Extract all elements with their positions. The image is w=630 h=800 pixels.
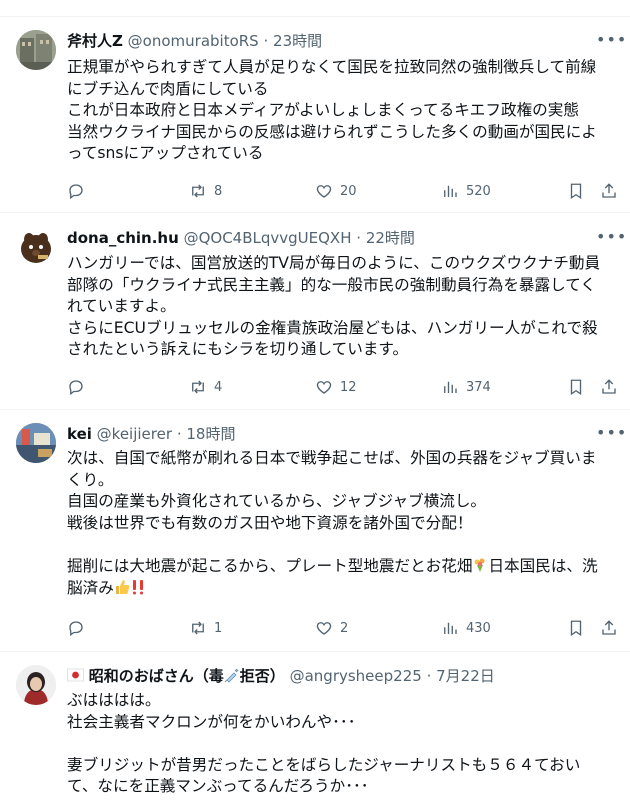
action-bar: 1 2 430: [67, 618, 623, 638]
bookmark-button[interactable]: [567, 618, 585, 638]
tweet-1[interactable]: 斧村人Z @onomurabitoRS · 23時間 ••• 正規軍がやられすぎ…: [0, 17, 630, 213]
views-count: 374: [466, 379, 491, 395]
avatar[interactable]: [16, 423, 56, 463]
tweet-4[interactable]: 昭和のおばさん（毒 拒否） @angrysheep225 · 7月22日 ぶははは…: [0, 652, 630, 800]
user-handle[interactable]: @QOC4BLqvvgUEQXH: [184, 229, 352, 247]
more-icon[interactable]: •••: [596, 229, 626, 250]
separator-dot: ·: [263, 32, 269, 50]
previous-tweet-divider: [0, 0, 630, 17]
thumbs-up-emoji: [115, 579, 130, 594]
like-icon: [316, 622, 332, 635]
tweet-header: 斧村人Z @onomurabitoRS · 23時間: [67, 30, 586, 52]
tweet-3[interactable]: kei @keijierer · 18時間 ••• 次は、自国で紙幣が刷れる日本…: [0, 410, 630, 652]
reply-button[interactable]: [67, 618, 85, 638]
like-count: 20: [340, 183, 357, 199]
separator-dot: ·: [176, 425, 182, 443]
views-icon: [444, 381, 457, 393]
action-bar: 8 20 520: [67, 181, 623, 201]
retweet-icon: [192, 621, 204, 635]
reply-button[interactable]: [67, 181, 85, 201]
retweet-count: 8: [214, 183, 223, 199]
retweet-button[interactable]: 4: [189, 377, 222, 397]
share-icon: [602, 620, 616, 635]
japan-flag-emoji: [67, 668, 84, 682]
separator-dot: ·: [426, 667, 432, 685]
display-name[interactable]: 斧村人Z: [67, 32, 123, 50]
bookmark-button[interactable]: [567, 377, 585, 397]
reply-button[interactable]: [67, 377, 85, 397]
retweet-button[interactable]: 1: [189, 618, 222, 638]
share-button[interactable]: [600, 377, 618, 397]
avatar[interactable]: [16, 227, 56, 267]
tweet-text: 次は、自国で紙幣が刷れる日本で戦争起こせば、外国の兵器をジャブ買いま くり。 自…: [67, 448, 623, 599]
separator-dot: ·: [356, 229, 362, 247]
tweet-text: 正規軍がやられすぎて人員が足りなくて国民を拉致同然の強制徴兵して前線 にブチ込ん…: [67, 58, 597, 163]
reply-icon: [69, 621, 83, 637]
bookmark-icon: [570, 183, 582, 200]
tweet-header: 昭和のおばさん（毒 拒否） @angrysheep225 · 7月22日: [67, 665, 586, 687]
share-icon: [602, 183, 616, 198]
timestamp[interactable]: 23時間: [273, 32, 322, 50]
like-icon: [316, 381, 332, 394]
display-name-part-1: 昭和のおばさん（毒: [88, 667, 224, 685]
like-count: 2: [340, 620, 349, 636]
avatar[interactable]: [16, 30, 56, 70]
tweet-header: dona_chin.hu @QOC4BLqvvgUEQXH · 22時間: [67, 227, 586, 249]
like-icon: [316, 185, 332, 198]
bouquet-emoji: [474, 558, 485, 572]
reply-icon: [69, 380, 83, 396]
views-count: 430: [466, 620, 491, 636]
more-icon[interactable]: •••: [596, 32, 626, 53]
avatar[interactable]: [16, 665, 56, 705]
views-icon: [444, 622, 457, 634]
display-name[interactable]: dona_chin.hu: [67, 229, 179, 247]
retweet-count: 4: [214, 379, 223, 395]
retweet-icon: [192, 380, 204, 394]
user-handle[interactable]: @angrysheep225: [290, 667, 422, 685]
views-button[interactable]: 430: [441, 618, 491, 638]
display-name-part-2: 拒否）: [239, 667, 285, 685]
like-button[interactable]: 2: [315, 618, 348, 638]
retweet-count: 1: [214, 620, 223, 636]
timestamp[interactable]: 7月22日: [436, 667, 495, 685]
more-icon[interactable]: •••: [596, 425, 626, 446]
action-bar: 4 12 374: [67, 377, 623, 397]
share-icon: [602, 379, 616, 394]
bookmark-icon: [570, 379, 582, 396]
user-handle[interactable]: @keijierer: [97, 425, 172, 443]
like-button[interactable]: 20: [315, 181, 357, 201]
retweet-icon: [192, 184, 204, 198]
share-button[interactable]: [600, 618, 618, 638]
like-count: 12: [340, 379, 357, 395]
reply-icon: [69, 184, 83, 200]
bookmark-icon: [570, 620, 582, 637]
views-button[interactable]: 374: [441, 377, 491, 397]
display-name[interactable]: 昭和のおばさん（毒 拒否）: [89, 667, 285, 685]
double-exclamation-emoji: [132, 579, 143, 595]
views-icon: [444, 185, 457, 197]
tweet-text: ぶはははは。 社会主義者マクロンが何をかいわんや･･･ 妻ブリジットが昔男だった…: [67, 691, 581, 796]
like-button[interactable]: 12: [315, 377, 357, 397]
share-button[interactable]: [600, 181, 618, 201]
user-handle[interactable]: @onomurabitoRS: [128, 32, 259, 50]
tweet-header: kei @keijierer · 18時間: [67, 423, 586, 445]
syringe-emoji: [224, 668, 239, 683]
timestamp[interactable]: 22時間: [366, 229, 415, 247]
bookmark-button[interactable]: [567, 181, 585, 201]
tweet-2[interactable]: dona_chin.hu @QOC4BLqvvgUEQXH · 22時間 •••…: [0, 213, 630, 410]
retweet-button[interactable]: 8: [189, 181, 222, 201]
tweet-text: ハンガリーでは、国営放送的TV局が毎日のように、このウクズウクナチ動員 部隊の「…: [67, 254, 601, 359]
views-button[interactable]: 520: [441, 181, 491, 201]
views-count: 520: [466, 183, 491, 199]
display-name[interactable]: kei: [67, 425, 92, 443]
timestamp[interactable]: 18時間: [186, 425, 235, 443]
